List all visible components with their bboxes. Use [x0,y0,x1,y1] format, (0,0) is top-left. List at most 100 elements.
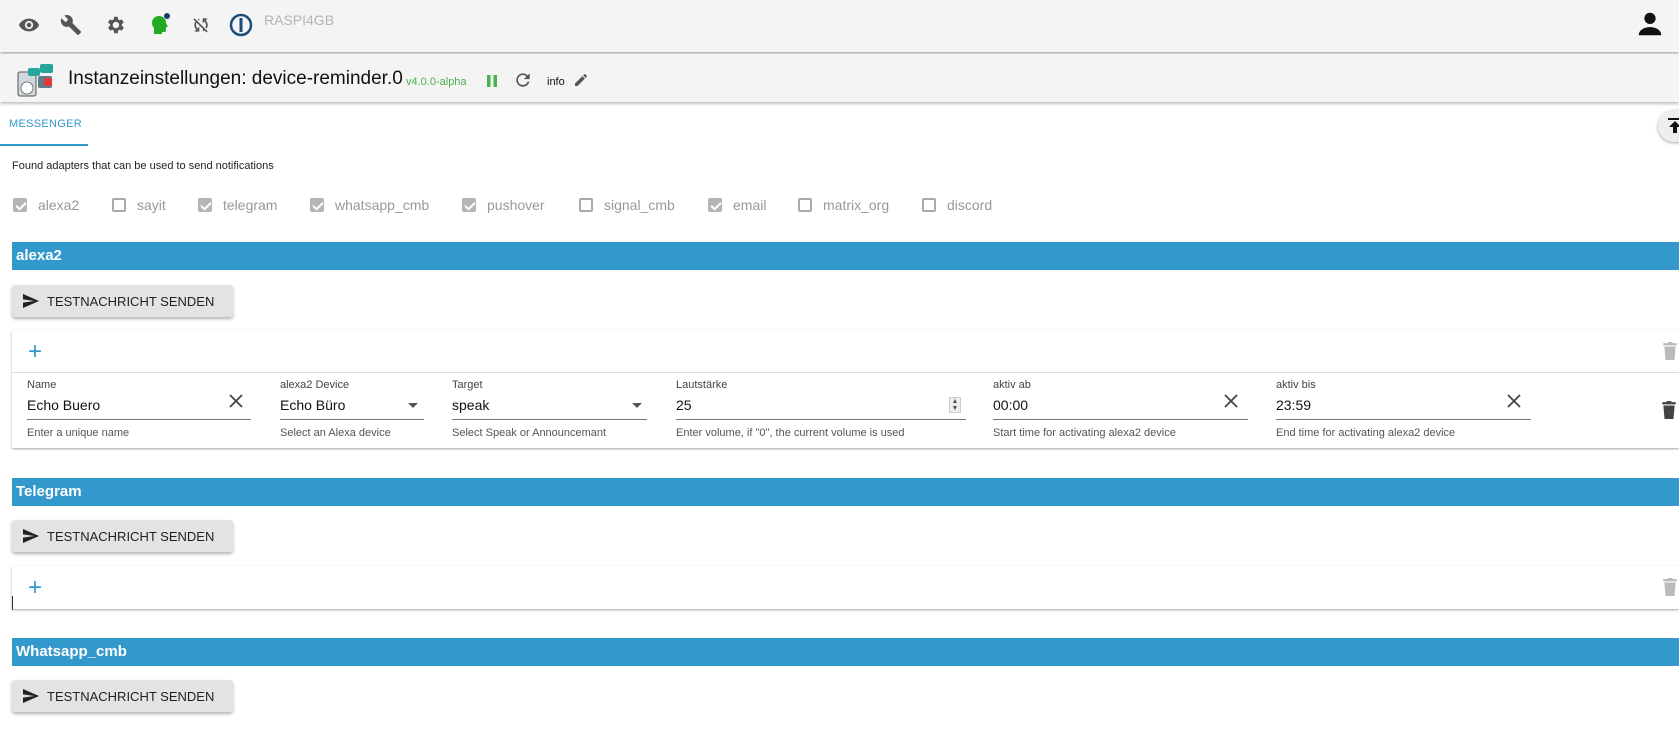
field-help: Enter a unique name [27,427,130,439]
send-icon [23,689,39,703]
checkbox-box[interactable] [112,198,126,212]
checkbox-telegram[interactable]: telegram [198,197,277,213]
checkbox-label: matrix_org [823,197,890,213]
checkbox-label: alexa2 [38,197,80,213]
host-name: RASPI4GB [264,12,335,28]
device-value[interactable]: Echo Büro [280,397,345,413]
name-field[interactable]: Name Echo Buero Enter a unique name [27,379,251,443]
checkbox-box[interactable] [922,198,936,212]
field-label: Lautstärke [676,379,728,391]
button-label: TESTNACHRICHT SENDEN [47,688,215,704]
active-from-field[interactable]: aktiv ab 00:00 Start time for activating… [993,379,1248,443]
active-from-input[interactable]: 00:00 [993,397,1028,413]
button-label: TESTNACHRICHT SENDEN [47,528,215,544]
edit-icon[interactable] [573,72,589,88]
checkbox-signal-cmb[interactable]: signal_cmb [579,197,675,213]
field-underline [452,419,647,420]
field-underline [993,419,1248,420]
checkbox-box[interactable] [462,198,476,212]
pause-icon[interactable] [485,74,499,88]
instance-title-bar: Instanzeinstellungen: device-reminder.0 … [0,54,1679,102]
clear-icon[interactable] [1506,393,1522,414]
top-toolbar: RASPI4GB [0,0,1679,52]
field-underline [676,419,966,420]
send-test-message-button-telegram[interactable]: TESTNACHRICHT SENDEN [12,520,233,552]
checkbox-label: signal_cmb [604,197,675,213]
checkbox-box[interactable] [798,198,812,212]
target-select[interactable]: Target speak Select Speak or Announceman… [452,379,647,443]
checkbox-box[interactable] [310,198,324,212]
checkbox-email[interactable]: email [708,197,766,213]
table-divider [12,372,1679,373]
delete-all-icon[interactable] [1662,342,1678,365]
tab-messenger-label: MESSENGER [9,118,82,130]
found-adapters-text: Found adapters that can be used to send … [12,160,274,172]
field-label: aktiv bis [1276,379,1316,391]
clear-icon[interactable] [1223,393,1239,414]
section-header-alexa2: alexa2 [12,242,1679,270]
checkbox-label: telegram [223,197,278,213]
number-spinner[interactable]: ▲ ▼ [949,397,961,413]
account-icon[interactable] [1634,8,1666,40]
field-label: Name [27,379,57,391]
checkbox-box[interactable] [579,198,593,212]
volume-field[interactable]: Lautstärke 25 ▲ ▼ Enter volume, if "0", t… [676,379,966,443]
reload-icon[interactable] [513,70,533,90]
chevron-down-icon[interactable] [408,403,418,408]
checkbox-alexa2[interactable]: alexa2 [13,197,79,213]
field-underline [1276,419,1531,420]
telegram-table [12,566,1679,609]
checkbox-label: email [733,197,767,213]
delete-all-icon[interactable] [1662,578,1678,601]
field-label: alexa2 Device [280,379,350,391]
checkbox-discord[interactable]: discord [922,197,992,213]
field-underline [27,419,251,420]
add-row-icon[interactable]: + [28,576,42,600]
iobroker-logo-icon[interactable] [228,12,254,38]
alexa-device-select[interactable]: alexa2 Device Echo Büro Select an Alexa … [280,379,424,443]
checkbox-box[interactable] [13,198,27,212]
active-to-input[interactable]: 23:59 [1276,397,1311,413]
clear-icon[interactable] [228,393,244,414]
field-help: Start time for activating alexa2 device [993,427,1176,439]
eye-icon[interactable] [16,12,42,38]
name-input[interactable]: Echo Buero [27,397,100,413]
checkbox-label: whatsapp_cmb [335,197,430,213]
sync-off-icon[interactable] [188,12,214,38]
gear-icon[interactable] [102,12,128,38]
checkbox-whatsapp-cmb[interactable]: whatsapp_cmb [310,197,429,213]
add-row-icon[interactable]: + [28,340,42,364]
active-to-field[interactable]: aktiv bis 23:59 End time for activating … [1276,379,1531,443]
field-help: Select an Alexa device [280,427,391,439]
send-icon [23,294,39,308]
scroll-top-button[interactable] [1658,110,1679,142]
info-link[interactable]: info [547,76,565,88]
chevron-down-icon[interactable] [632,403,642,408]
wrench-icon[interactable] [58,12,84,38]
section-header-telegram: Telegram [12,478,1679,506]
button-label: TESTNACHRICHT SENDEN [47,293,215,309]
send-icon [23,529,39,543]
field-help: Enter volume, if "0", the current volume… [676,427,905,439]
tab-messenger[interactable]: MESSENGER [0,106,88,146]
checkbox-label: discord [947,197,993,213]
field-label: aktiv ab [993,379,1031,391]
checkbox-label: pushover [487,197,545,213]
volume-input[interactable]: 25 [676,397,692,413]
send-test-message-button-alexa2[interactable]: TESTNACHRICHT SENDEN [12,285,233,317]
send-test-message-button-whatsapp[interactable]: TESTNACHRICHT SENDEN [12,680,233,712]
field-help: End time for activating alexa2 device [1276,427,1456,439]
page-title: Instanzeinstellungen: device-reminder.0 [68,68,403,89]
checkbox-sayit[interactable]: sayit [112,197,166,213]
head-icon[interactable] [146,12,172,38]
delete-row-icon[interactable] [1661,401,1677,424]
field-underline [280,419,424,420]
target-value[interactable]: speak [452,397,489,413]
adapter-logo-icon [16,62,54,100]
checkbox-label: sayit [137,197,166,213]
checkbox-box[interactable] [708,198,722,212]
checkbox-pushover[interactable]: pushover [462,197,545,213]
checkbox-box[interactable] [198,198,212,212]
text-cursor [12,596,13,610]
checkbox-matrix-org[interactable]: matrix_org [798,197,889,213]
